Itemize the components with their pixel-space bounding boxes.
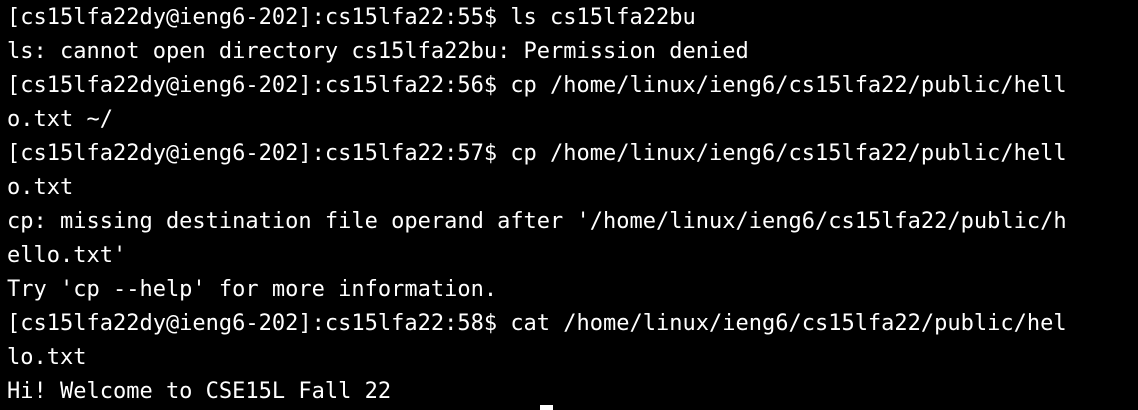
terminal-line: o.txt ~/ bbox=[7, 107, 113, 132]
terminal-line: ello.txt' bbox=[7, 243, 127, 268]
terminal-window[interactable]: [cs15lfa22dy@ieng6-202]:cs15lfa22:55$ ls… bbox=[0, 0, 1138, 410]
terminal-line: [cs15lfa22dy@ieng6-202]:cs15lfa22:57$ cp… bbox=[7, 141, 1067, 166]
terminal-line: [cs15lfa22dy@ieng6-202]:cs15lfa22:58$ ca… bbox=[7, 311, 1067, 336]
terminal-line: cp: missing destination file operand aft… bbox=[7, 209, 1067, 234]
terminal-line: [cs15lfa22dy@ieng6-202]:cs15lfa22:55$ ls… bbox=[7, 5, 696, 30]
terminal-line: Try 'cp --help' for more information. bbox=[7, 277, 498, 302]
terminal-line: [cs15lfa22dy@ieng6-202]:cs15lfa22:56$ cp… bbox=[7, 73, 1067, 98]
terminal-line: o.txt bbox=[7, 175, 74, 200]
terminal-line: Hi! Welcome to CSE15L Fall 22 bbox=[7, 379, 392, 404]
terminal-cursor bbox=[540, 405, 553, 410]
terminal-line: lo.txt bbox=[7, 345, 87, 370]
terminal-line: ls: cannot open directory cs15lfa22bu: P… bbox=[7, 39, 749, 64]
